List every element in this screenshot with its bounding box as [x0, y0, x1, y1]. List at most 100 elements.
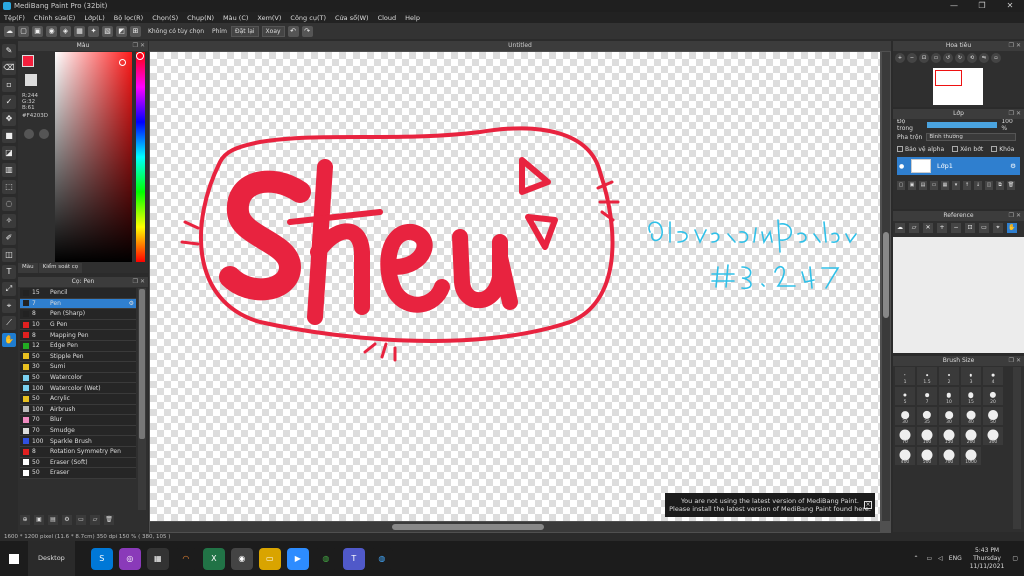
brush-list-item[interactable]: 50 Stipple Pen — [20, 351, 136, 363]
merge-layer-icon[interactable]: ◫ — [985, 181, 993, 190]
new-layer-8bit-icon[interactable]: ▤ — [919, 181, 927, 190]
ref-open-icon[interactable]: ▱ — [909, 223, 919, 233]
menu-layer[interactable]: Lớp(L) — [84, 14, 104, 22]
chrome-icon[interactable]: ◍ — [314, 547, 337, 570]
undo-icon[interactable]: ↶ — [287, 25, 299, 37]
brush-list-item[interactable]: 8 Mapping Pen — [20, 330, 136, 341]
operation-tool-icon[interactable]: ⤢ — [2, 282, 16, 296]
brush-size-option[interactable]: 30 — [939, 407, 959, 425]
file-explorer-icon[interactable]: ▭ — [258, 547, 281, 570]
tray-chevron-icon[interactable]: ⌃ — [913, 555, 918, 562]
move-up-icon[interactable]: ↑ — [963, 181, 971, 190]
menu-cloud[interactable]: Cloud — [378, 14, 397, 22]
deselect-icon[interactable]: ▧ — [102, 25, 113, 37]
clock[interactable]: 5:43 PM Thursday 11/11/2021 — [970, 547, 1005, 571]
clipping-checkbox[interactable] — [952, 146, 959, 152]
transparent-color-swatch[interactable] — [25, 74, 37, 86]
brush-size-option[interactable]: 15 — [961, 387, 981, 405]
gradient-tool-icon[interactable]: ▥ — [2, 163, 16, 177]
volume-icon[interactable]: ◁ — [938, 555, 943, 562]
notification-icon[interactable]: ▢ — [1012, 555, 1018, 562]
brush-size-option[interactable]: 150 — [939, 427, 959, 445]
invert-icon[interactable]: ◩ — [116, 25, 127, 37]
viewport-frame[interactable] — [935, 70, 962, 86]
comment-icon[interactable]: ◉ — [46, 25, 57, 37]
brush-size-option[interactable]: 40 — [961, 407, 981, 425]
brush-tool-icon[interactable]: ✎ — [2, 44, 16, 58]
ref-zoom-in-icon[interactable]: + — [937, 223, 947, 233]
eyedropper-tool-icon[interactable]: ⌖ — [2, 299, 16, 313]
brush-size-option[interactable]: 30 — [895, 407, 915, 425]
menu-window[interactable]: Cửa sổ(W) — [335, 14, 369, 22]
zoom-in-icon[interactable]: + — [895, 53, 905, 63]
blend-mode-select[interactable]: Bình thường — [926, 133, 1017, 141]
brush-size-option[interactable]: 70 — [895, 427, 915, 445]
wifi-app-icon[interactable]: ◠ — [174, 547, 197, 570]
menu-filter[interactable]: Bộ lọc(R) — [114, 14, 143, 22]
lock-checkbox[interactable] — [991, 146, 998, 152]
menu-tools[interactable]: Công cụ(T) — [290, 14, 326, 22]
lasso-tool-icon[interactable]: ◌ — [2, 197, 16, 211]
layer-settings-icon[interactable]: ⚙ — [1010, 162, 1016, 170]
menu-file[interactable]: Tệp(F) — [4, 14, 25, 22]
brush-list-item[interactable]: 70 Smudge — [20, 425, 136, 437]
close-notice-icon[interactable]: × — [864, 501, 872, 509]
brush-list-item[interactable]: 100 Watercolor (Wet) — [20, 383, 136, 394]
foreground-color-swatch[interactable] — [22, 55, 34, 67]
brush-list-item[interactable]: 50 Acrylic — [20, 393, 136, 405]
medibang-icon[interactable]: ◉ — [230, 547, 253, 570]
new-file-icon[interactable]: ▢ — [18, 25, 29, 37]
color-wheel-icon[interactable] — [39, 129, 49, 139]
layer-image-icon[interactable]: ▦ — [941, 181, 949, 190]
brush-size-option[interactable]: 1 — [895, 367, 915, 385]
ref-zoom-out-icon[interactable]: − — [951, 223, 961, 233]
brush-menu-icon[interactable]: ▤ — [48, 515, 58, 525]
layer-row[interactable]: ● Lớp1 ⚙ — [897, 157, 1020, 175]
brush-list-item[interactable]: 12 Edge Pen — [20, 340, 136, 352]
add-brush-icon[interactable]: ⊕ — [20, 515, 30, 525]
brush-list-item[interactable]: 70 Blur — [20, 415, 136, 426]
brush-size-option[interactable]: 300 — [983, 427, 1003, 445]
chrome-2-icon[interactable]: ◍ — [370, 547, 393, 570]
ref-fit-icon[interactable]: ⊡ — [965, 223, 975, 233]
share-icon[interactable]: ◈ — [60, 25, 71, 37]
menu-help[interactable]: Help — [405, 14, 420, 22]
brush-size-option[interactable]: 10 — [939, 387, 959, 405]
brush-folder-icon[interactable]: ▭ — [76, 515, 86, 525]
minimize-button[interactable]: — — [940, 0, 968, 12]
new-layer-halftone-icon[interactable]: ▣ — [908, 181, 916, 190]
ref-close-icon[interactable]: ✕ — [923, 223, 933, 233]
navigator-preview[interactable] — [933, 68, 983, 105]
brush-list-item[interactable]: 50 Eraser — [20, 468, 136, 479]
brush-size-option[interactable]: 1000 — [961, 447, 981, 465]
brush-size-option[interactable]: 700 — [939, 447, 959, 465]
zoom-icon[interactable]: ▶ — [286, 547, 309, 570]
fit-icon[interactable]: ⊡ — [919, 53, 929, 63]
canvas-horizontal-scrollbar[interactable] — [150, 522, 880, 532]
select-eraser-tool-icon[interactable]: ◫ — [2, 248, 16, 262]
desktop-toolbar[interactable]: Desktop — [28, 541, 75, 576]
magic-wand-tool-icon[interactable]: ✧ — [2, 214, 16, 228]
save-icon[interactable]: ▣ — [32, 25, 43, 37]
drawing-canvas[interactable] — [150, 52, 880, 521]
brush-size-option[interactable]: 2 — [939, 367, 959, 385]
brush-size-option[interactable]: 100 — [917, 427, 937, 445]
new-folder-icon[interactable]: ▭ — [930, 181, 938, 190]
brush-settings-icon[interactable]: ⚙ — [62, 515, 72, 525]
canvas-vertical-scrollbar[interactable] — [882, 52, 890, 521]
rotate-left-icon[interactable]: ↺ — [943, 53, 953, 63]
brush-list-item[interactable]: 100 Sparkle Brush — [20, 436, 136, 447]
select-tool-icon[interactable]: ✓ — [2, 95, 16, 109]
aa-option[interactable]: Không có tùy chọn — [148, 28, 204, 35]
actual-size-icon[interactable]: ▭ — [931, 53, 941, 63]
move-tool-icon[interactable]: ✥ — [2, 112, 16, 126]
language-indicator[interactable]: ENG — [949, 555, 962, 562]
flip-icon[interactable]: ⇋ — [979, 53, 989, 63]
ref-cloud-icon[interactable]: ☁ — [895, 223, 905, 233]
brush-size-option[interactable]: 4 — [983, 367, 1003, 385]
brush-size-option[interactable]: 35 — [917, 407, 937, 425]
rotate-button[interactable]: Xoay — [261, 25, 285, 37]
divide-tool-icon[interactable]: ⟋ — [2, 316, 16, 330]
menu-view[interactable]: Xem(V) — [257, 14, 281, 22]
protect-alpha-checkbox[interactable] — [897, 146, 903, 152]
